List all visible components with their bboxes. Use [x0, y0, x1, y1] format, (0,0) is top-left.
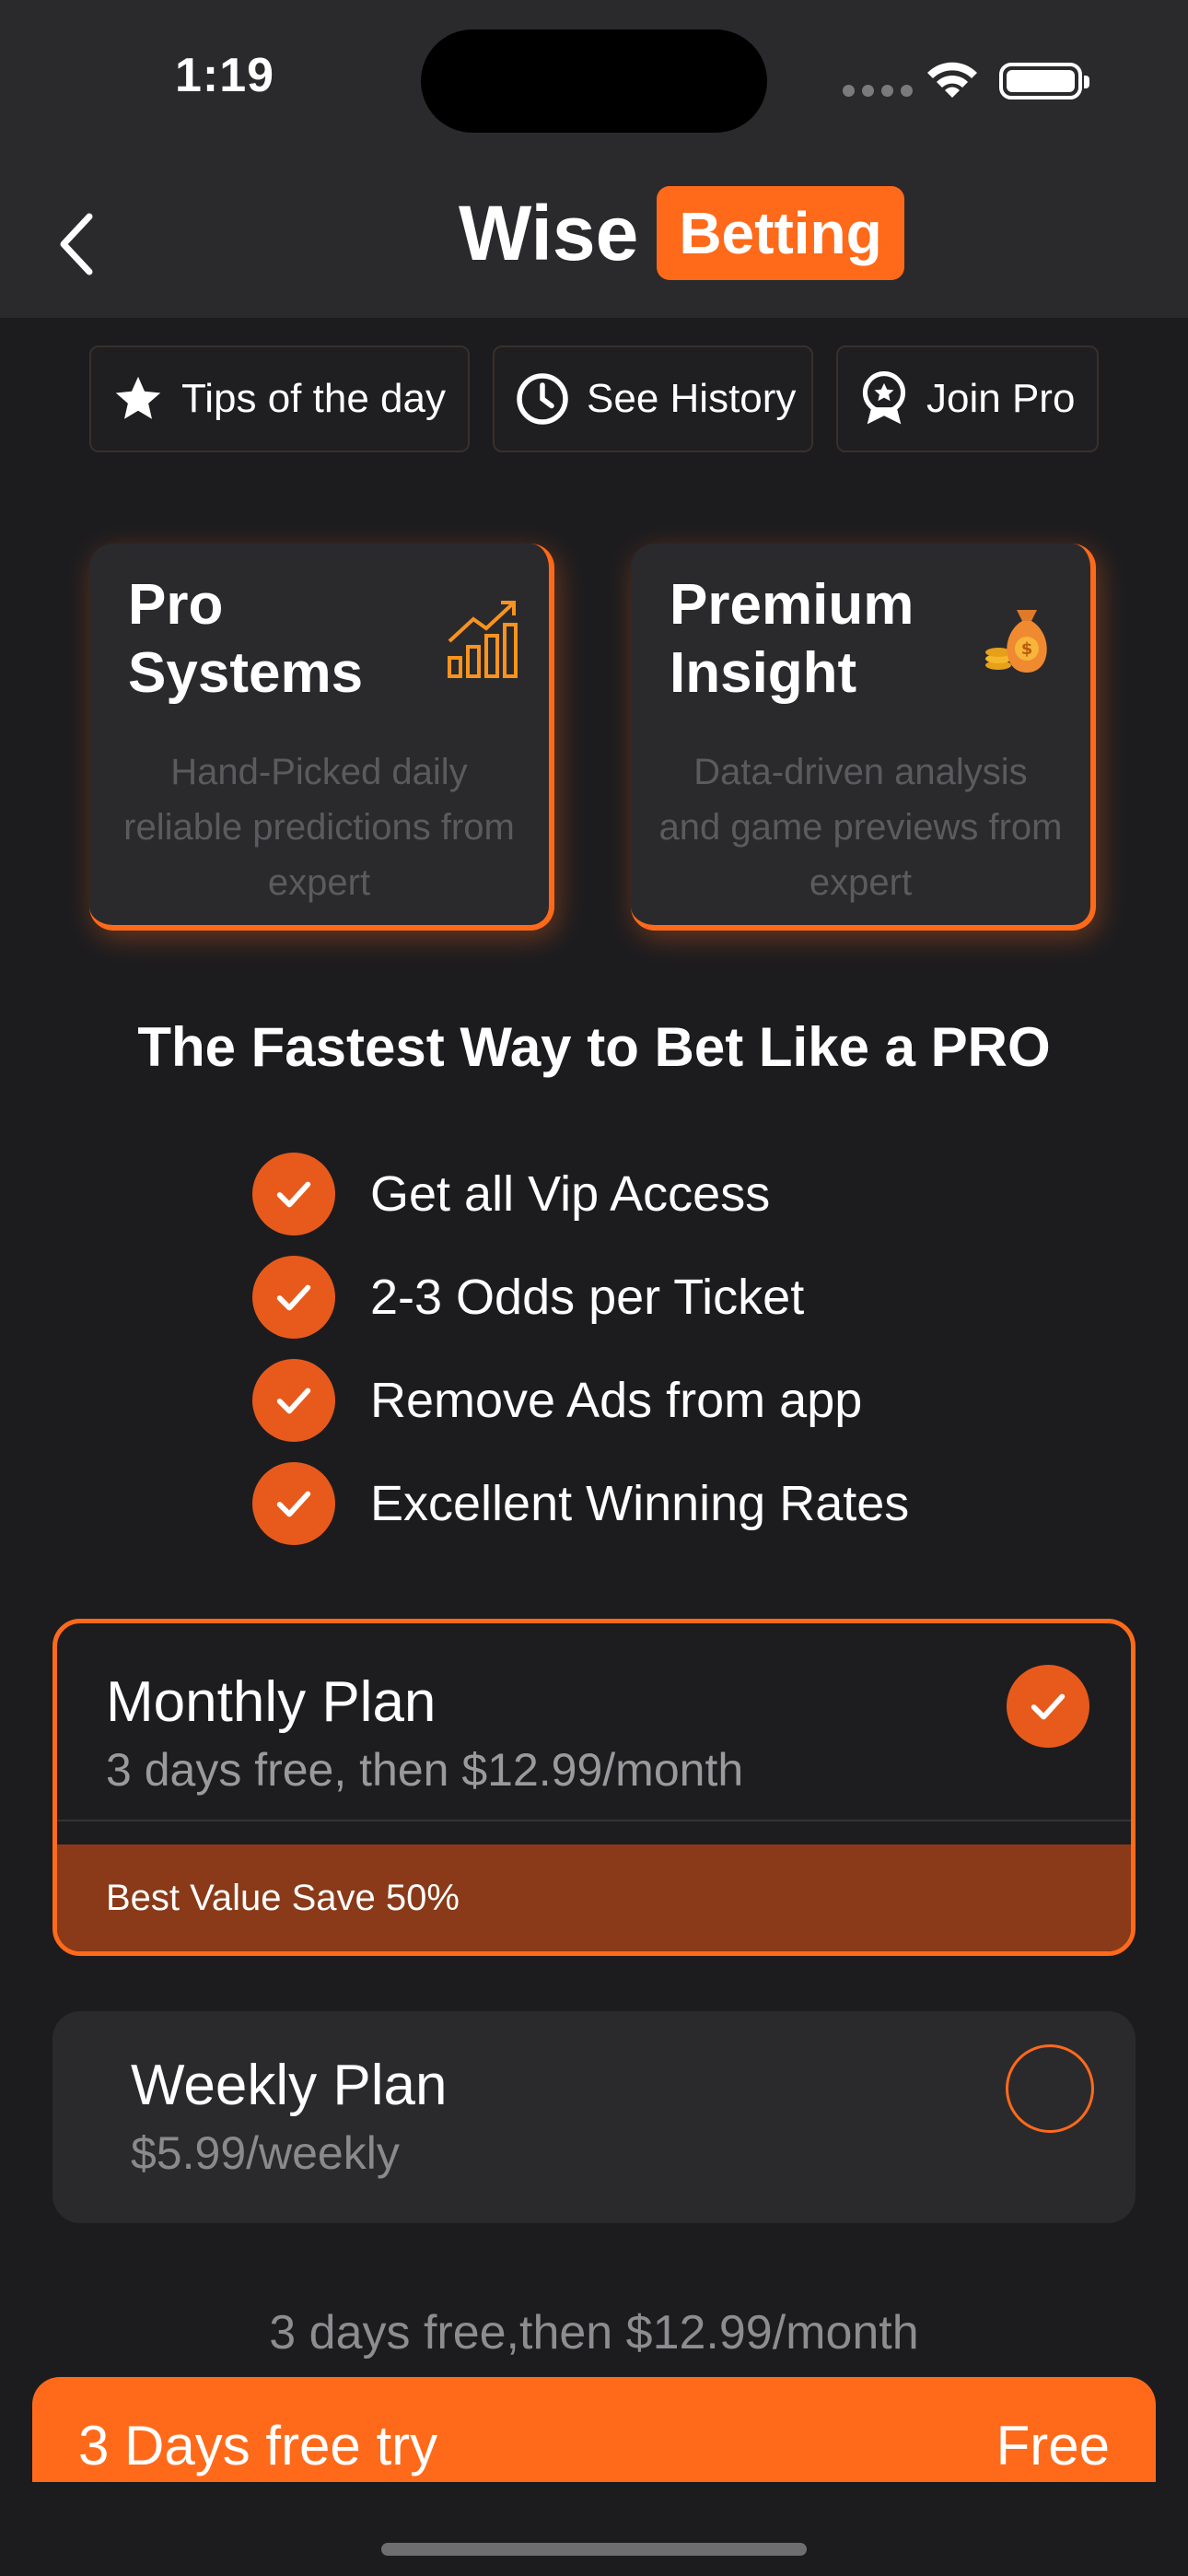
star-icon: [115, 376, 161, 419]
best-value-banner: Best Value Save 50%: [57, 1844, 1131, 1951]
plan-subtitle: 3 days free, then $12.99/month: [106, 1744, 744, 1796]
feature-title: Pro Systems: [128, 573, 364, 705]
benefit-label: Remove Ads from app: [370, 1373, 863, 1428]
monthly-plan-option[interactable]: Monthly Plan 3 days free, then $12.99/mo…: [52, 1619, 1136, 1956]
see-history-button[interactable]: See History: [493, 345, 813, 452]
check-icon: [252, 1153, 335, 1235]
tips-of-the-day-button[interactable]: Tips of the day: [89, 345, 470, 452]
benefit-item: Excellent Winning Rates: [252, 1452, 909, 1555]
status-bar: 1:19: [0, 0, 1188, 157]
status-time: 1:19: [175, 49, 275, 102]
check-icon: [252, 1462, 335, 1545]
money-bag-icon: $: [985, 610, 1047, 673]
wifi-icon: [927, 62, 977, 98]
pill-label: See History: [587, 376, 797, 421]
dynamic-island: [421, 29, 767, 133]
plan-subtitle: $5.99/weekly: [131, 2127, 400, 2179]
award-icon: [862, 371, 906, 425]
weekly-plan-option[interactable]: Weekly Plan $5.99/weekly: [52, 2011, 1136, 2223]
navigation-bar: Wise Betting: [0, 157, 1188, 318]
home-bar-area: [0, 2482, 1188, 2576]
trial-note: 3 days free,then $12.99/month: [269, 2306, 919, 2359]
feature-title: Premium Insight: [670, 573, 914, 705]
feature-card-pro-systems[interactable]: Pro Systems Hand-Picked daily reliable p…: [89, 544, 554, 931]
check-icon: [252, 1359, 335, 1442]
feature-description: Hand-Picked daily reliable predictions f…: [123, 752, 515, 903]
benefit-item: Remove Ads from app: [252, 1349, 909, 1452]
selected-check-icon: [1007, 1665, 1089, 1748]
benefit-item: 2-3 Odds per Ticket: [252, 1246, 909, 1349]
benefit-label: Get all Vip Access: [370, 1166, 771, 1222]
pill-label: Join Pro: [926, 376, 1076, 421]
feature-card-premium-insight[interactable]: Premium Insight $ Data-driven analysis a…: [631, 544, 1096, 931]
benefit-item: Get all Vip Access: [252, 1142, 909, 1246]
check-icon: [252, 1256, 335, 1339]
battery-icon: [999, 63, 1089, 100]
cta-label: 3 Days free try: [78, 2415, 438, 2476]
back-button[interactable]: [51, 207, 106, 281]
logo-badge: Betting: [657, 186, 904, 280]
app-logo: Wise Betting: [459, 186, 904, 280]
free-trial-button[interactable]: 3 Days free try Free: [32, 2377, 1156, 2482]
cta-price-label: Free: [996, 2415, 1110, 2476]
cellular-signal-icon: [843, 85, 913, 97]
pill-label: Tips of the day: [181, 376, 446, 421]
logo-word: Wise: [459, 189, 639, 276]
benefit-label: Excellent Winning Rates: [370, 1476, 910, 1531]
plan-name: Weekly Plan: [131, 2054, 448, 2117]
benefits-list: Get all Vip Access 2-3 Odds per Ticket R…: [252, 1142, 909, 1555]
divider: [57, 1820, 1131, 1821]
feature-description: Data-driven analysis and game previews f…: [658, 752, 1063, 903]
svg-text:$: $: [1021, 639, 1033, 659]
join-pro-button[interactable]: Join Pro: [836, 345, 1099, 452]
clock-icon: [517, 373, 568, 425]
headline: The Fastest Way to Bet Like a PRO: [137, 1016, 1051, 1078]
plan-name: Monthly Plan: [106, 1670, 437, 1734]
unselected-radio-icon: [1006, 2044, 1094, 2133]
chart-growth-icon: [448, 601, 518, 678]
home-indicator[interactable]: [381, 2543, 807, 2556]
benefit-label: 2-3 Odds per Ticket: [370, 1270, 805, 1325]
